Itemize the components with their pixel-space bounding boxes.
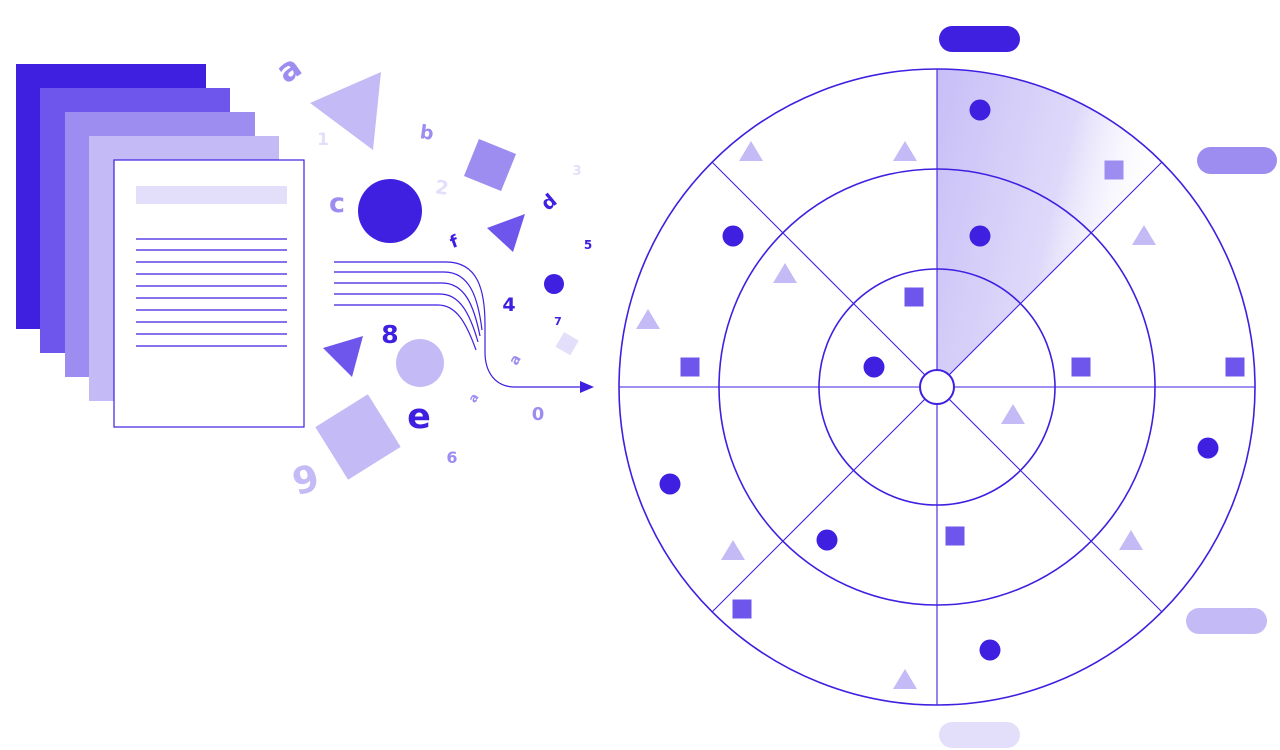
radar-item-square — [1104, 160, 1124, 180]
glyph-label: 1 — [317, 130, 329, 150]
radar-item-square — [732, 599, 752, 619]
glyph-label: 5 — [584, 238, 592, 252]
document-title-bar — [136, 186, 287, 204]
flow-line — [334, 293, 479, 343]
radar-item-circle — [969, 99, 991, 121]
glyph-label: 4 — [502, 294, 515, 316]
radar-item-circle — [722, 225, 744, 247]
radar-item-square — [945, 526, 965, 546]
radar-chart — [618, 68, 1256, 706]
legend-pill — [1186, 608, 1267, 634]
radar-item-triangle — [1132, 225, 1156, 245]
glyph-label: f — [447, 231, 461, 253]
circle-shape — [396, 339, 444, 387]
flow-line — [334, 271, 483, 331]
radar-item-triangle — [893, 141, 917, 161]
radar-item-square — [904, 287, 924, 307]
radar-item-circle — [863, 356, 885, 378]
document-stack — [16, 64, 305, 428]
radar-item-triangle — [636, 309, 660, 329]
legend-pill — [939, 722, 1020, 748]
glyph-label: 7 — [554, 315, 562, 328]
circle-shape — [358, 179, 422, 243]
radar-item-triangle — [773, 263, 797, 283]
radar-item-circle — [816, 529, 838, 551]
glyph-label: a — [269, 47, 308, 91]
glyph-label: 6 — [446, 448, 457, 467]
radar-item-triangle — [721, 540, 745, 560]
radar-item-triangle — [1119, 530, 1143, 550]
radar-item-square — [680, 357, 700, 377]
glyph-label: d — [537, 190, 562, 216]
glyph-label: c — [329, 188, 345, 219]
glyph-label: b — [419, 121, 436, 145]
radar-item-triangle — [739, 141, 763, 161]
front-document — [113, 159, 305, 428]
radar-item-triangle — [893, 669, 917, 689]
square-shape — [555, 332, 579, 356]
legend-pill — [939, 26, 1020, 52]
radar-item-triangle — [1001, 404, 1025, 424]
triangle-shape — [487, 214, 525, 252]
square-shape — [315, 394, 401, 480]
radar-item-circle — [659, 473, 681, 495]
glyph-label: a — [506, 352, 525, 368]
radar-center-node — [919, 369, 955, 405]
glyph-label: e — [407, 397, 431, 437]
glyph-label: a — [465, 391, 481, 405]
glyph-label: 0 — [532, 404, 545, 425]
floating-glyphs: a 1 b c 2 3d f 5 4 7 8 a a e 0 6 9 — [269, 47, 592, 504]
legend-pill — [1197, 147, 1277, 174]
triangle-shape — [323, 336, 363, 377]
highlighted-sector — [937, 68, 1162, 387]
glyph-label: 3 — [572, 164, 581, 179]
radar-item-square — [1225, 357, 1245, 377]
glyph-label: 2 — [434, 176, 450, 200]
flow-line — [334, 282, 481, 337]
data-organization-illustration: a 1 b c 2 3d f 5 4 7 8 a a e 0 6 9 — [16, 26, 1277, 748]
glyph-label: 9 — [288, 456, 324, 504]
square-shape — [463, 138, 517, 192]
radar-item-circle — [1197, 437, 1219, 459]
radar-item-circle — [979, 639, 1001, 661]
radar-item-circle — [969, 225, 991, 247]
radar-item-square — [1071, 357, 1091, 377]
circle-shape — [544, 274, 564, 294]
flow-arrowhead-icon — [580, 381, 594, 393]
glyph-label: 8 — [381, 320, 398, 349]
